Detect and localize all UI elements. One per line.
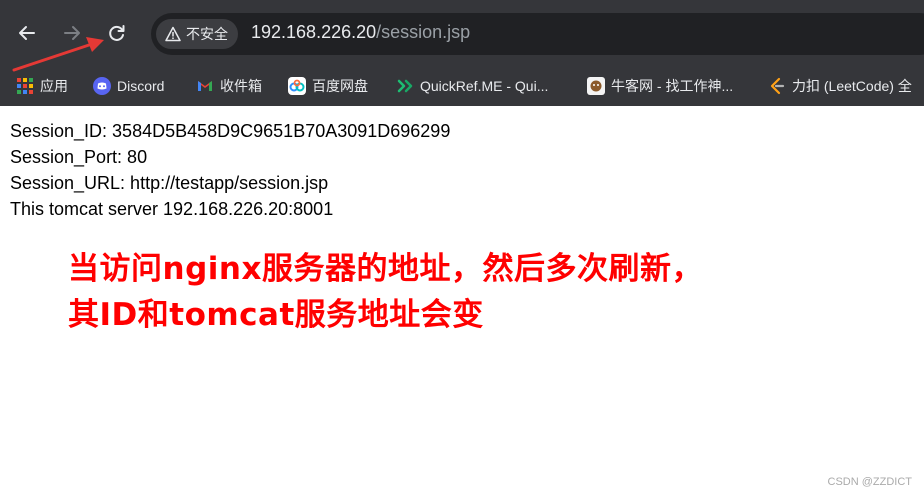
security-indicator[interactable]: 不安全 <box>156 19 238 49</box>
security-label: 不安全 <box>186 27 228 43</box>
gmail-icon <box>198 81 212 91</box>
apps-grid-icon <box>17 78 33 94</box>
warning-triangle-icon <box>165 26 181 42</box>
url-host: 192.168.226.20 <box>251 22 377 42</box>
session-id-line: Session_ID: 3584D5B458D9C9651B70A3091D69… <box>10 121 451 141</box>
bookmark-label: 收件箱 <box>220 78 262 94</box>
back-button[interactable] <box>14 20 40 46</box>
tomcat-server-line: This tomcat server 192.168.226.20:8001 <box>10 199 334 219</box>
url-path: /session.jsp <box>376 22 471 42</box>
bookmark-apps[interactable]: 应用 <box>16 72 68 100</box>
bookmark-baidu-netdisk[interactable]: 百度网盘 <box>288 72 368 100</box>
baidu-netdisk-icon <box>288 77 306 95</box>
bookmark-label: Discord <box>117 78 165 94</box>
bookmark-label: 百度网盘 <box>312 78 368 94</box>
bookmark-label: 牛客网 - 找工作神... <box>611 78 734 94</box>
bookmark-label: 应用 <box>40 78 68 94</box>
annotation-line-2: 其ID和tomcat服务地址会变 <box>68 297 484 333</box>
leetcode-icon <box>770 77 785 95</box>
browser-toolbar: 不安全 192.168.226.20/session.jsp <box>0 0 924 66</box>
arrow-left-icon <box>19 26 35 40</box>
annotation-line-1: 当访问nginx服务器的地址，然后多次刷新， <box>68 251 703 287</box>
bookmark-label: 力扣 (LeetCode) 全 <box>792 78 912 94</box>
bookmarks-bar: 应用 Discord 收件箱 百度网盘 QuickRef.ME - Qui...… <box>0 66 924 106</box>
nowcoder-icon <box>587 77 605 95</box>
session-url-line: Session_URL: http://testapp/session.jsp <box>10 173 329 193</box>
bookmark-quickref[interactable]: QuickRef.ME - Qui... <box>396 72 548 100</box>
bookmark-nowcoder[interactable]: 牛客网 - 找工作神... <box>587 72 733 100</box>
bookmark-label: QuickRef.ME - Qui... <box>420 78 549 94</box>
reload-icon <box>109 25 125 41</box>
forward-button[interactable] <box>59 20 85 46</box>
arrow-right-icon <box>64 26 80 40</box>
url-text[interactable]: 192.168.226.20/session.jsp <box>251 22 470 43</box>
session-port-line: Session_Port: 80 <box>10 147 148 167</box>
quickref-icon <box>397 79 413 93</box>
page-content: Session_ID: 3584D5B458D9C9651B70A3091D69… <box>10 118 450 222</box>
reload-button[interactable] <box>104 20 130 46</box>
bookmark-leetcode[interactable]: 力扣 (LeetCode) 全 <box>768 72 912 100</box>
discord-icon <box>93 77 111 95</box>
watermark: CSDN @ZZDICT <box>827 476 913 488</box>
bookmark-discord[interactable]: Discord <box>93 72 164 100</box>
bookmark-gmail[interactable]: 收件箱 <box>196 72 262 100</box>
annotation-text: 当访问nginx服务器的地址，然后多次刷新， 其ID和tomcat服务地址会变 <box>68 246 703 338</box>
address-bar[interactable]: 不安全 192.168.226.20/session.jsp <box>151 13 924 55</box>
